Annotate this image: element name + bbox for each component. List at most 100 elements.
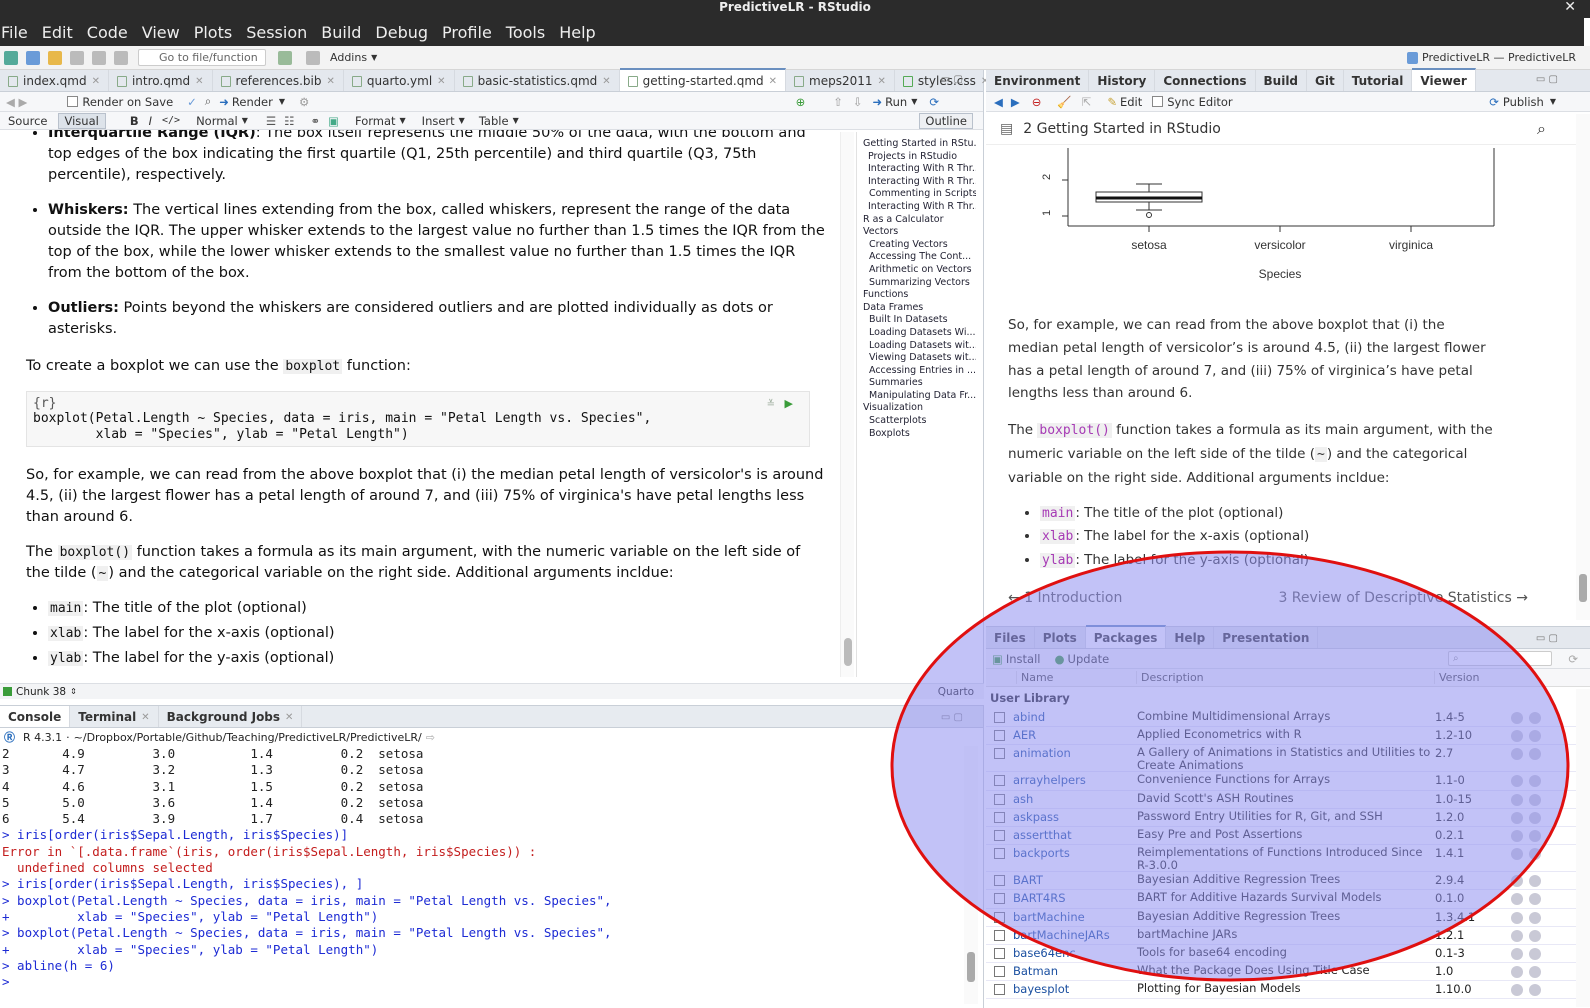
popout-icon[interactable]: ⇱ <box>1082 95 1092 109</box>
tab-environment[interactable]: Environment <box>986 70 1090 91</box>
package-website-icon[interactable] <box>1511 748 1523 761</box>
col-description[interactable]: Description <box>1136 671 1434 684</box>
rerun-icon[interactable]: ⟳ <box>929 95 939 109</box>
vcs-icon[interactable] <box>278 50 292 65</box>
clear-icon[interactable]: 🧹 <box>1057 95 1071 109</box>
tab-history[interactable]: History <box>1089 70 1156 91</box>
render-button[interactable]: Render <box>232 95 273 109</box>
tab-getting-started[interactable]: getting-started.qmd ✕ <box>619 68 787 91</box>
outline-item[interactable]: Visualization <box>863 402 976 415</box>
outline-item[interactable]: Viewing Datasets wit... <box>863 352 976 365</box>
package-row[interactable]: askpass Password Entry Utilities for R, G… <box>986 809 1590 827</box>
packages-scrollbar[interactable] <box>1576 689 1590 1007</box>
tab-console[interactable]: Console <box>0 706 71 727</box>
remove-package-icon[interactable] <box>1529 911 1541 924</box>
outline-item[interactable]: Built In Datasets <box>863 314 976 327</box>
bullet-list-icon[interactable]: ☰ <box>266 114 276 128</box>
package-website-icon[interactable] <box>1511 875 1523 888</box>
package-row[interactable]: abind Combine Multidimensional Arrays 1.4-… <box>986 709 1590 728</box>
package-name-link[interactable]: arrayhelpers <box>1013 772 1137 787</box>
working-directory[interactable]: ~/Dropbox/Portable/Github/Teaching/Predi… <box>74 731 422 744</box>
menu-help[interactable]: Help <box>552 23 602 42</box>
package-load-checkbox[interactable] <box>994 848 1005 860</box>
save-all-icon[interactable] <box>92 50 106 65</box>
outline-item[interactable]: Manipulating Data Fr... <box>863 390 976 403</box>
outline-item[interactable]: Summaries <box>863 377 976 390</box>
remove-package-icon[interactable] <box>1529 893 1541 906</box>
outline-item[interactable]: Arithmetic on Vectors <box>863 264 976 277</box>
package-website-icon[interactable] <box>1511 829 1523 842</box>
workspace-panes-icon[interactable] <box>306 50 320 65</box>
bold-icon[interactable]: B <box>130 114 139 128</box>
tab-presentation[interactable]: Presentation <box>1214 627 1319 648</box>
col-version[interactable]: Version <box>1434 671 1508 684</box>
tab-quarto-yml[interactable]: quarto.yml ✕ <box>344 70 455 91</box>
package-name-link[interactable]: base64enc <box>1013 945 1137 960</box>
package-website-icon[interactable] <box>1511 984 1523 997</box>
package-name-link[interactable]: bayesplot <box>1013 981 1137 996</box>
search-icon[interactable]: ⌕ <box>205 94 211 109</box>
outline-item[interactable]: Data Frames <box>863 302 976 315</box>
package-name-link[interactable]: backports <box>1013 845 1137 860</box>
insert-menu[interactable]: Insert <box>422 114 455 128</box>
package-row[interactable]: BART Bayesian Additive Regression Trees 2.… <box>986 872 1590 891</box>
package-website-icon[interactable] <box>1511 911 1523 924</box>
tab-references-bib[interactable]: references.bib ✕ <box>213 70 344 91</box>
chunk-indicator[interactable]: Chunk 38 <box>16 686 66 698</box>
remove-package-icon[interactable] <box>1529 966 1541 979</box>
package-row[interactable]: base64enc Tools for base64 encoding 0.1-3 <box>986 945 1590 964</box>
tab-meps2011[interactable]: meps2011 ✕ <box>786 70 895 91</box>
code-icon[interactable]: </> <box>162 115 180 126</box>
viewer-scroll-thumb[interactable] <box>1579 574 1587 602</box>
menu-edit[interactable]: Edit <box>35 23 80 42</box>
outline-item[interactable]: Projects in RStudio <box>863 151 976 164</box>
update-button[interactable]: Update <box>1068 652 1110 666</box>
tab-build[interactable]: Build <box>1256 70 1308 91</box>
remove-package-icon[interactable] <box>1529 848 1541 861</box>
close-tab-icon[interactable]: ✕ <box>769 76 777 87</box>
package-row[interactable]: AER Applied Econometrics with R 1.2-10 <box>986 727 1590 746</box>
remove-package-icon[interactable] <box>1529 748 1541 761</box>
remove-package-icon[interactable] <box>1529 793 1541 806</box>
save-icon[interactable] <box>70 50 84 65</box>
remove-package-icon[interactable] <box>1529 875 1541 888</box>
package-name-link[interactable]: ash <box>1013 791 1137 806</box>
italic-icon[interactable]: I <box>149 114 152 128</box>
next-chapter-link[interactable]: 3 Review of Descriptive Statistics → <box>1278 590 1528 606</box>
viewer-scrollbar[interactable] <box>1576 114 1590 620</box>
outline-item[interactable]: Getting Started in RStu... <box>863 138 976 151</box>
package-row[interactable]: bayesplot Plotting for Bayesian Models 1.1… <box>986 981 1590 1000</box>
visual-mode-tab[interactable]: Visual <box>57 112 106 129</box>
publish-group[interactable]: ⟳ Publish ▼ <box>1489 95 1556 109</box>
outline-item[interactable]: R as a Calculator <box>863 214 976 227</box>
close-tab-icon[interactable]: ✕ <box>326 76 334 87</box>
package-load-checkbox[interactable] <box>994 712 1005 723</box>
link-icon[interactable]: ⚭ <box>310 114 320 128</box>
package-website-icon[interactable] <box>1511 947 1523 960</box>
render-on-save-checkbox[interactable] <box>67 96 79 107</box>
spellcheck-icon[interactable]: ✓ <box>187 95 197 109</box>
outline-item[interactable]: Accessing The Cont... <box>863 251 976 264</box>
insert-chunk-icon[interactable]: ⊕ <box>796 95 806 109</box>
package-row[interactable]: bartMachineJARs bartMachine JARs 1.2.1 <box>986 927 1590 945</box>
sidebar-toggle-icon[interactable]: ▤ <box>1000 121 1013 137</box>
close-tab-icon[interactable]: ✕ <box>285 712 293 723</box>
source-mode-tab[interactable]: Source <box>8 114 48 128</box>
package-website-icon[interactable] <box>1511 730 1523 743</box>
package-load-checkbox[interactable] <box>994 984 1005 996</box>
package-name-link[interactable]: askpass <box>1013 809 1137 824</box>
install-button[interactable]: Install <box>1006 652 1041 666</box>
menu-code[interactable]: Code <box>80 23 135 42</box>
chevron-down-icon[interactable]: ▼ <box>911 97 917 106</box>
outline-item[interactable]: Boxplots <box>863 428 976 441</box>
style-dropdown[interactable]: Normal <box>196 114 238 128</box>
remove-package-icon[interactable] <box>1529 712 1541 724</box>
tab-plots[interactable]: Plots <box>1035 627 1086 648</box>
outline-item[interactable]: Interacting With R Thr... <box>863 176 976 189</box>
close-tab-icon[interactable]: ✕ <box>92 76 100 87</box>
editor-scroll-thumb[interactable] <box>844 638 852 666</box>
package-load-checkbox[interactable] <box>994 748 1005 760</box>
up-arrow-icon[interactable]: ⇧ <box>833 95 843 109</box>
format-menu[interactable]: Format <box>355 114 396 128</box>
minimize-pane-icon[interactable]: ▭ ▢ <box>941 712 963 723</box>
